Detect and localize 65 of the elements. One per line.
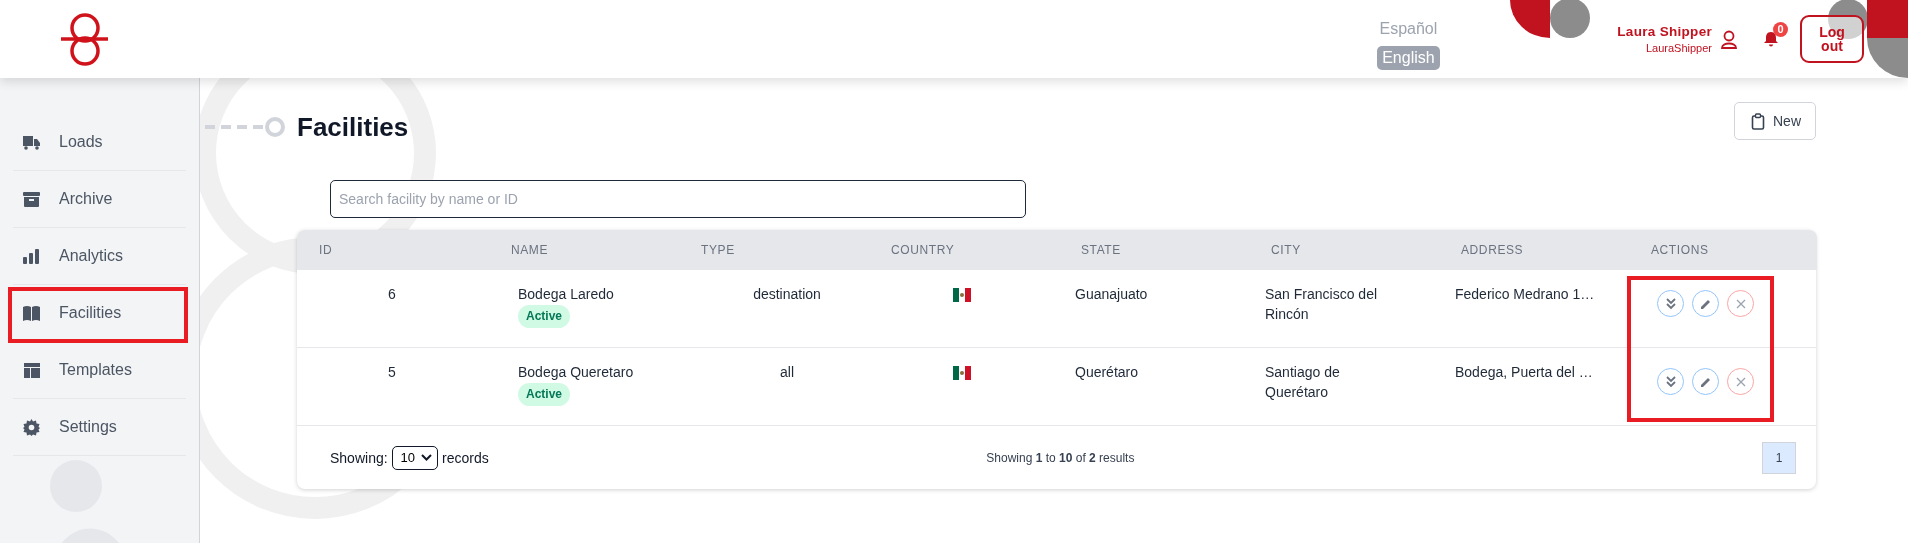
username: LauraShipper	[1645, 42, 1712, 54]
table-cell: Santiago de Querétaro	[1265, 364, 1340, 400]
edit-button[interactable]	[1692, 368, 1719, 395]
flag-icon	[953, 366, 971, 380]
table-cell-text: all	[780, 363, 794, 382]
close-icon	[1735, 376, 1746, 387]
column-header: ID	[297, 230, 487, 270]
close-icon	[1735, 298, 1746, 309]
nav-item[interactable]: Facilities	[13, 285, 186, 342]
table-cell: Querétaro	[1075, 364, 1139, 380]
flag-icon	[953, 288, 971, 302]
table-cell: Bodega, Puerta del …	[1455, 364, 1593, 380]
nav-item[interactable]: Settings	[13, 399, 186, 456]
truck-icon	[23, 133, 40, 151]
table-cell: Federico Medrano 1…	[1455, 286, 1595, 302]
facility-name: Bodega Laredo	[518, 285, 614, 304]
archive-box-icon	[23, 190, 40, 208]
column-header: CITY	[1247, 230, 1437, 270]
expand-button[interactable]	[1657, 368, 1684, 395]
column-header: STATE	[1057, 230, 1247, 270]
page-button[interactable]: 1	[1762, 441, 1796, 474]
expand-button[interactable]	[1657, 290, 1684, 317]
column-header: TYPE	[677, 230, 867, 270]
delete-button[interactable]	[1727, 368, 1754, 395]
facility-name: Bodega Queretaro	[518, 363, 634, 382]
chevron-down-icon	[421, 454, 433, 461]
table-cell-text: 5	[387, 363, 397, 382]
pencil-icon	[1700, 375, 1711, 388]
column-header: NAME	[487, 230, 677, 270]
edit-button[interactable]	[1692, 290, 1719, 317]
nav-item[interactable]: Templates	[13, 342, 186, 399]
logo-icon	[60, 12, 110, 66]
table-cell: San Francisco del Rincón	[1265, 286, 1378, 322]
records-label: records	[442, 449, 489, 466]
column-header: COUNTRY	[867, 230, 1057, 270]
settings-icon	[23, 418, 40, 436]
double-chevron-down-icon	[1664, 297, 1677, 310]
new-button[interactable]: New	[1734, 102, 1816, 140]
results-summary: Showing 1 to 10 of 2 results	[985, 450, 1136, 465]
column-header: ACTIONS	[1627, 230, 1817, 270]
table-cell: Guanajuato	[1075, 286, 1148, 302]
double-chevron-down-icon	[1664, 375, 1677, 388]
nav-item[interactable]: Archive	[13, 171, 186, 228]
table-cell-text: destination	[753, 285, 821, 304]
layout-icon	[23, 361, 40, 379]
notification-count: 0	[1773, 22, 1788, 37]
user-icon[interactable]	[1720, 29, 1738, 49]
page-size-select[interactable]: 10	[391, 445, 439, 470]
book-icon	[23, 304, 40, 322]
table-cell-text: 6	[387, 285, 397, 304]
user-name: Laura Shipper	[1617, 24, 1712, 39]
page-title: Facilities	[297, 111, 409, 143]
logout-button[interactable]: Log out	[1800, 15, 1864, 63]
status-badge: Active	[518, 305, 571, 328]
bell-icon[interactable]	[1764, 31, 1778, 47]
status-badge: Active	[518, 383, 571, 406]
nav-item[interactable]: Loads	[13, 114, 186, 171]
search-field[interactable]: Search facility by name or ID	[330, 180, 1026, 218]
delete-button[interactable]	[1727, 290, 1754, 317]
showing-label: Showing:	[330, 449, 388, 466]
bar-chart-icon	[23, 247, 40, 265]
clipboard-icon	[1751, 112, 1765, 130]
pencil-icon	[1700, 297, 1711, 310]
nav-item[interactable]: Analytics	[13, 228, 186, 285]
column-header: ADDRESS	[1437, 230, 1627, 270]
